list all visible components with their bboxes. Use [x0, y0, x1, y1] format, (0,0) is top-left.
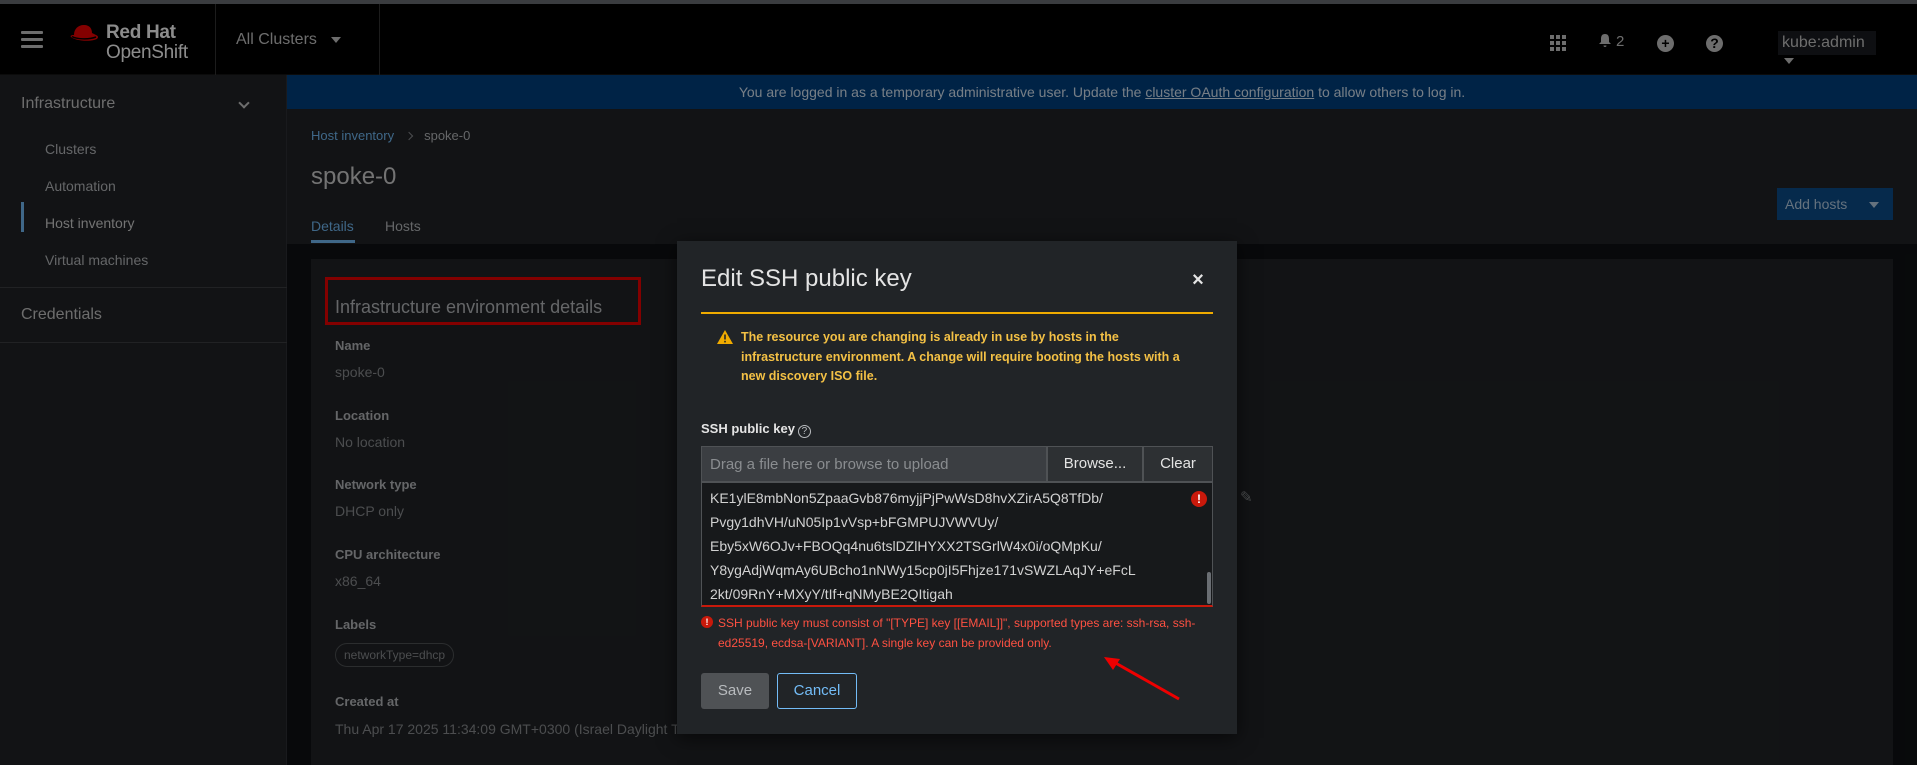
ssh-key-textarea[interactable]: KE1ylE8mbNon5ZpaaGvb876myjjPjPwWsD8hvXZi… — [701, 482, 1213, 607]
key-line: Y8ygAdjWqmAy6UBcho1nNWy15cp0jI5Fhjze171v… — [710, 562, 1136, 578]
close-icon[interactable]: × — [1187, 269, 1209, 291]
clear-button[interactable]: Clear — [1143, 446, 1213, 482]
warning-text: The resource you are changing is already… — [741, 330, 1180, 383]
cancel-button[interactable]: Cancel — [777, 673, 857, 709]
ssh-key-label-text: SSH public key — [701, 421, 795, 436]
annotation-arrow-icon — [1104, 657, 1180, 701]
key-line: KE1ylE8mbNon5ZpaaGvb876myjjPjPwWsD8hvXZi… — [710, 490, 1103, 506]
ssh-key-content: KE1ylE8mbNon5ZpaaGvb876myjjPjPwWsD8hvXZi… — [710, 486, 1182, 605]
key-line: Pvgy1dhVH/uN05Ip1vVsp+bFGMPUJVWVUy/ — [710, 514, 999, 530]
browse-button[interactable]: Browse... — [1047, 446, 1143, 482]
warning-divider — [701, 312, 1213, 314]
key-line: 2kt/09RnY+MXyY/tIf+qNMyBE2QItigah — [710, 586, 953, 602]
key-line: Eby5xW6OJv+FBOQq4nu6tslDZlHYXX2TSGrlW4x0… — [710, 538, 1102, 554]
warning-icon — [717, 330, 733, 344]
file-upload-input[interactable] — [701, 446, 1047, 482]
validation-error-text: SSH public key must consist of "[TYPE] k… — [718, 616, 1196, 650]
error-icon: ! — [701, 616, 713, 628]
error-icon: ! — [1191, 491, 1207, 507]
help-icon[interactable]: ? — [797, 425, 811, 438]
modal-title: Edit SSH public key — [701, 265, 912, 292]
save-button[interactable]: Save — [701, 673, 769, 709]
ssh-key-label: SSH public key? — [701, 421, 811, 438]
textarea-resize-scrollbar[interactable] — [1207, 572, 1211, 604]
